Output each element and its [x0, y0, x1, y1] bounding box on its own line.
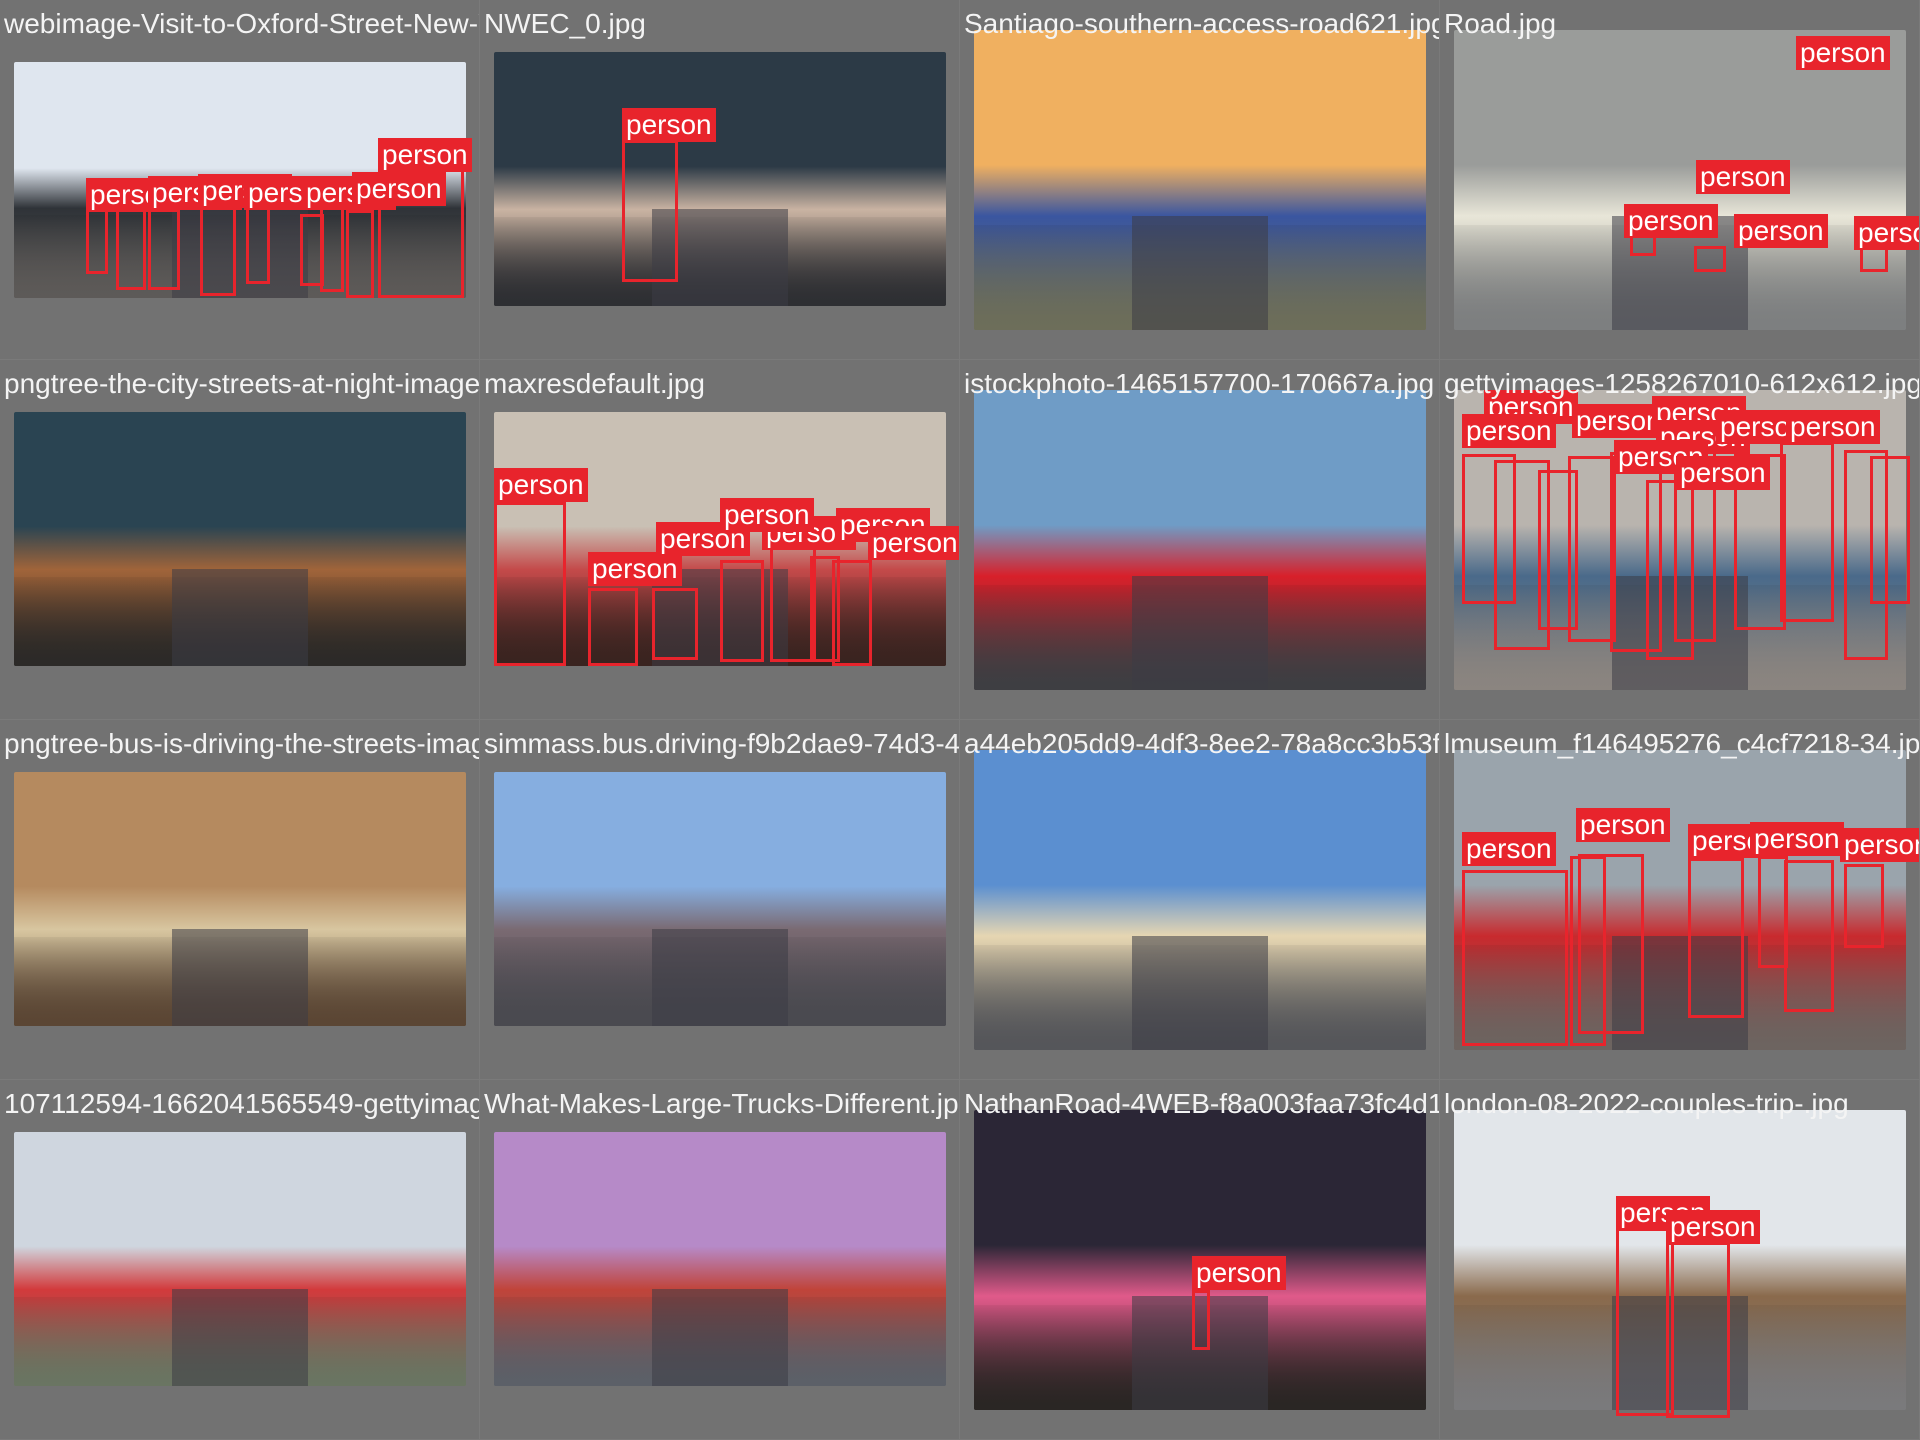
detection-box [652, 588, 698, 660]
thumbnail-image [14, 772, 466, 1026]
detection-box [1568, 456, 1616, 642]
scene-road [652, 929, 788, 1026]
thumbnail-image [494, 52, 946, 306]
image-tile[interactable]: person person person person person Road.jpg [1440, 0, 1919, 359]
detection-box [320, 206, 344, 292]
detection-label: person [1696, 160, 1790, 194]
detection-label: person [1796, 36, 1890, 70]
image-tile[interactable]: personpersonpersonpersonpersonlmuseum_f1… [1440, 720, 1919, 1079]
detection-box [200, 200, 236, 296]
detection-box [622, 140, 678, 282]
detection-label: person [1750, 822, 1844, 856]
filename-label: lmuseum_f146495276_c4cf7218-34.jpg [1444, 728, 1919, 759]
detection-box [1688, 858, 1744, 1018]
thumbnail-image [494, 772, 946, 1026]
detection-box [1844, 864, 1884, 948]
filename-label: pngtree-the-city-streets-at-night-image.… [4, 368, 479, 399]
detection-box [1666, 1242, 1730, 1418]
image-tile[interactable]: What-Makes-Large-Trucks-Different.jpg [480, 1080, 959, 1439]
scene-road [172, 929, 308, 1026]
filename-label: Santiago-southern-access-road621.jpg [964, 8, 1439, 39]
detection-box [832, 560, 872, 666]
detection-label: person [622, 108, 716, 142]
detection-label: person [494, 468, 588, 502]
thumbnail-image [974, 390, 1426, 690]
detection-label: person [1786, 410, 1880, 444]
detection-label: person [1462, 414, 1556, 448]
filename-label: maxresdefault.jpg [484, 368, 706, 399]
detection-box [148, 204, 180, 290]
filename-label: What-Makes-Large-Trucks-Different.jpg [484, 1088, 959, 1119]
filename-label: istockphoto-1465157700-170667a.jpg [964, 368, 1435, 399]
image-tile[interactable]: pngtree-bus-is-driving-the-streets-image… [0, 720, 479, 1079]
detection-label: person [1854, 216, 1919, 250]
image-tile[interactable]: Santiago-southern-access-road621.jpg [960, 0, 1439, 359]
detection-box [1870, 456, 1910, 604]
detection-label: person [1192, 1256, 1286, 1290]
detection-box [246, 206, 270, 284]
thumbnail-image [14, 1132, 466, 1386]
thumbnail-image [974, 30, 1426, 330]
image-tile[interactable]: simmass.bus.driving-f9b2dae9-74d3-41ab-9… [480, 720, 959, 1079]
image-tile[interactable]: 107112594-1662041565549-gettyimages-1.jp… [0, 1080, 479, 1439]
filename-label: 107112594-1662041565549-gettyimages-1.jp… [4, 1088, 479, 1119]
filename-label: gettyimages-1258267010-612x612.jpg [1444, 368, 1919, 399]
filename-label: london-08-2022-couples-trip-.jpg [1444, 1088, 1849, 1119]
image-tile[interactable]: person NWEC_0.jpg [480, 0, 959, 359]
scene-road [652, 1289, 788, 1386]
detection-box [1694, 246, 1726, 272]
filename-label: a44eb205dd9-4df3-8ee2-78a8cc3b53f.jpg [964, 728, 1439, 759]
thumbnail-image [1454, 30, 1906, 330]
image-tile[interactable]: personpersonpersonpersonpersonpersonpers… [1440, 360, 1919, 719]
scene-road [172, 569, 308, 666]
thumbnail-image [974, 750, 1426, 1050]
detection-box [116, 208, 146, 290]
filename-label: pngtree-bus-is-driving-the-streets-image… [4, 728, 479, 759]
scene-road [1132, 936, 1268, 1050]
detection-label: person [1676, 456, 1770, 490]
filename-label: webimage-Visit-to-Oxford-Street-New-York… [4, 8, 479, 39]
scene-road [172, 1289, 308, 1386]
detection-label: person [588, 552, 682, 586]
filename-label: simmass.bus.driving-f9b2dae9-74d3-41ab-9… [484, 728, 959, 759]
detection-box [588, 588, 638, 666]
image-tile[interactable]: person person london-08-2022-couples-trip-… [1440, 1080, 1919, 1439]
scene-road [1132, 576, 1268, 690]
thumbnail-image [14, 412, 466, 666]
detection-label: person [352, 172, 446, 206]
filename-label: NWEC_0.jpg [484, 8, 646, 39]
thumbnail-image [494, 1132, 946, 1386]
image-tile[interactable]: personpersonpersonpersonpersonpersonpers… [480, 360, 959, 719]
scene-road [172, 208, 308, 298]
detection-box [1784, 860, 1834, 1012]
detection-box [1780, 442, 1834, 622]
filename-label: Road.jpg [1444, 8, 1557, 39]
image-tile[interactable]: personpersonpersonpersonpersonpersonpers… [0, 0, 479, 359]
detection-label: person [1840, 828, 1919, 862]
detection-box [494, 502, 566, 666]
image-tile[interactable]: pngtree-the-city-streets-at-night-image.… [0, 360, 479, 719]
detection-label: person [1624, 204, 1718, 238]
detection-box [720, 560, 764, 662]
detection-label: person [1462, 832, 1556, 866]
mosaic-grid: personpersonpersonpersonpersonpersonpers… [0, 0, 1920, 1440]
detection-box [86, 204, 108, 274]
image-tile[interactable]: istockphoto-1465157700-170667a.jpg [960, 360, 1439, 719]
detection-label: person [1734, 214, 1828, 248]
detection-label: person [378, 138, 472, 172]
detection-box [1192, 1290, 1210, 1350]
image-tile[interactable]: person NathanRoad-4WEB-f8a003faa73fc4d119… [960, 1080, 1439, 1439]
detection-box [1462, 870, 1568, 1046]
detection-label: person [1666, 1210, 1760, 1244]
detection-label: person [868, 526, 959, 560]
detection-label: person [720, 498, 814, 532]
detection-box [346, 210, 374, 298]
image-tile[interactable]: a44eb205dd9-4df3-8ee2-78a8cc3b53f.jpg [960, 720, 1439, 1079]
filename-label: NathanRoad-4WEB-f8a003faa73fc4d11908289.… [964, 1088, 1439, 1119]
detection-label: person [1576, 808, 1670, 842]
scene-road [1132, 216, 1268, 330]
detection-box [1578, 854, 1644, 1034]
